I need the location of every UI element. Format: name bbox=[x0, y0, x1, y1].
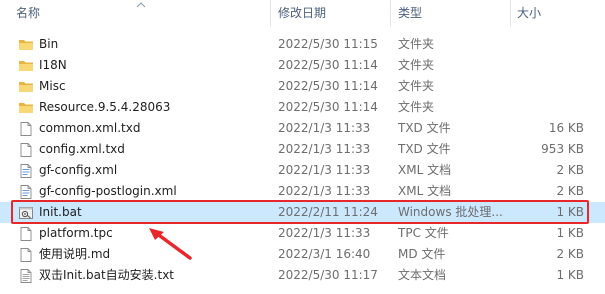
column-separator[interactable] bbox=[510, 0, 511, 27]
file-type: MD 文件 bbox=[398, 247, 446, 261]
text-file-icon bbox=[18, 268, 34, 284]
column-size-header[interactable]: 大小 bbox=[517, 0, 541, 27]
file-name: gf-config.xml bbox=[39, 163, 118, 177]
file-name: Bin bbox=[39, 37, 59, 51]
file-size: 953 KB bbox=[541, 142, 584, 156]
sort-ascending-icon bbox=[136, 2, 146, 8]
file-date: 2022/1/3 11:33 bbox=[278, 163, 371, 177]
list-item-config-xml-txd[interactable]: config.xml.txd 2022/1/3 11:33 TXD 文件 953… bbox=[0, 139, 605, 160]
folder-icon bbox=[18, 100, 34, 116]
file-icon bbox=[18, 247, 34, 263]
file-type: 文本文档 bbox=[398, 268, 447, 282]
file-icon bbox=[18, 142, 34, 158]
file-date: 2022/5/30 11:14 bbox=[278, 79, 378, 93]
file-size: 1 KB bbox=[556, 268, 584, 282]
column-date-header[interactable]: 修改日期 bbox=[278, 0, 326, 27]
list-item-resource[interactable]: Resource.9.5.4.28063 2022/5/30 11:14 文件夹 bbox=[0, 97, 605, 118]
file-type: 文件夹 bbox=[398, 100, 435, 114]
file-name: 双击Init.bat自动安装.txt bbox=[39, 268, 175, 282]
file-date: 2022/2/11 11:24 bbox=[278, 205, 378, 219]
file-type: TPC 文件 bbox=[398, 226, 449, 240]
file-date: 2022/1/3 11:33 bbox=[278, 184, 371, 198]
file-size: 16 KB bbox=[548, 121, 584, 135]
file-type: 文件夹 bbox=[398, 79, 435, 93]
file-name: 使用说明.md bbox=[39, 247, 111, 261]
column-header: 名称 修改日期 类型 大小 bbox=[0, 0, 605, 27]
xml-file-icon bbox=[18, 163, 34, 179]
folder-icon bbox=[18, 37, 34, 53]
list-item-i18n[interactable]: I18N 2022/5/30 11:14 文件夹 bbox=[0, 55, 605, 76]
file-type: XML 文档 bbox=[398, 184, 452, 198]
list-item-readme-md[interactable]: 使用说明.md 2022/3/1 16:40 MD 文件 2 KB bbox=[0, 244, 605, 265]
list-item-bin[interactable]: Bin 2022/5/30 11:15 文件夹 bbox=[0, 34, 605, 55]
file-type: TXD 文件 bbox=[398, 142, 451, 156]
file-type: Windows 批处理... bbox=[398, 205, 503, 219]
file-type: 文件夹 bbox=[398, 37, 435, 51]
file-name: I18N bbox=[39, 58, 67, 72]
folder-icon bbox=[18, 58, 34, 74]
file-date: 2022/3/1 16:40 bbox=[278, 247, 371, 261]
column-separator[interactable] bbox=[270, 0, 271, 27]
file-date: 2022/5/30 11:14 bbox=[278, 100, 378, 114]
file-date: 2022/5/30 11:14 bbox=[278, 58, 378, 72]
xml-file-icon bbox=[18, 184, 34, 200]
file-name: config.xml.txd bbox=[39, 142, 125, 156]
file-date: 2022/1/3 11:33 bbox=[278, 226, 371, 240]
file-size: 2 KB bbox=[556, 247, 584, 261]
folder-icon bbox=[18, 79, 34, 95]
file-name: platform.tpc bbox=[39, 226, 113, 240]
file-date: 2022/1/3 11:33 bbox=[278, 142, 371, 156]
file-type: 文件夹 bbox=[398, 58, 435, 72]
list-item-gf-config-postlogin-xml[interactable]: gf-config-postlogin.xml 2022/1/3 11:33 X… bbox=[0, 181, 605, 202]
column-type-header[interactable]: 类型 bbox=[398, 0, 422, 27]
file-type: TXD 文件 bbox=[398, 121, 451, 135]
list-item-install-txt[interactable]: 双击Init.bat自动安装.txt 2022/5/30 11:17 文本文档 … bbox=[0, 265, 605, 286]
list-item-misc[interactable]: Misc 2022/5/30 11:14 文件夹 bbox=[0, 76, 605, 97]
list-item-gf-config-xml[interactable]: gf-config.xml 2022/1/3 11:33 XML 文档 2 KB bbox=[0, 160, 605, 181]
file-size: 1 KB bbox=[556, 226, 584, 240]
file-name: common.xml.txd bbox=[39, 121, 141, 135]
file-icon bbox=[18, 121, 34, 137]
column-separator[interactable] bbox=[390, 0, 391, 27]
batch-file-icon bbox=[18, 205, 34, 221]
file-name: Misc bbox=[39, 79, 66, 93]
file-type: XML 文档 bbox=[398, 163, 452, 177]
list-item-init-bat[interactable]: Init.bat 2022/2/11 11:24 Windows 批处理... … bbox=[0, 202, 605, 223]
file-name: Init.bat bbox=[39, 205, 82, 219]
list-item-common-xml-txd[interactable]: common.xml.txd 2022/1/3 11:33 TXD 文件 16 … bbox=[0, 118, 605, 139]
column-name-header[interactable]: 名称 bbox=[16, 0, 40, 27]
file-date: 2022/5/30 11:15 bbox=[278, 37, 378, 51]
file-size: 2 KB bbox=[556, 184, 584, 198]
file-date: 2022/5/30 11:17 bbox=[278, 268, 378, 282]
file-size: 2 KB bbox=[556, 163, 584, 177]
annotation-arrow-icon bbox=[149, 228, 192, 260]
file-name: Resource.9.5.4.28063 bbox=[39, 100, 171, 114]
file-size: 1 KB bbox=[556, 205, 584, 219]
list-item-platform-tpc[interactable]: platform.tpc 2022/1/3 11:33 TPC 文件 1 KB bbox=[0, 223, 605, 244]
file-icon bbox=[18, 226, 34, 242]
file-name: gf-config-postlogin.xml bbox=[39, 184, 177, 198]
file-date: 2022/1/3 11:33 bbox=[278, 121, 371, 135]
